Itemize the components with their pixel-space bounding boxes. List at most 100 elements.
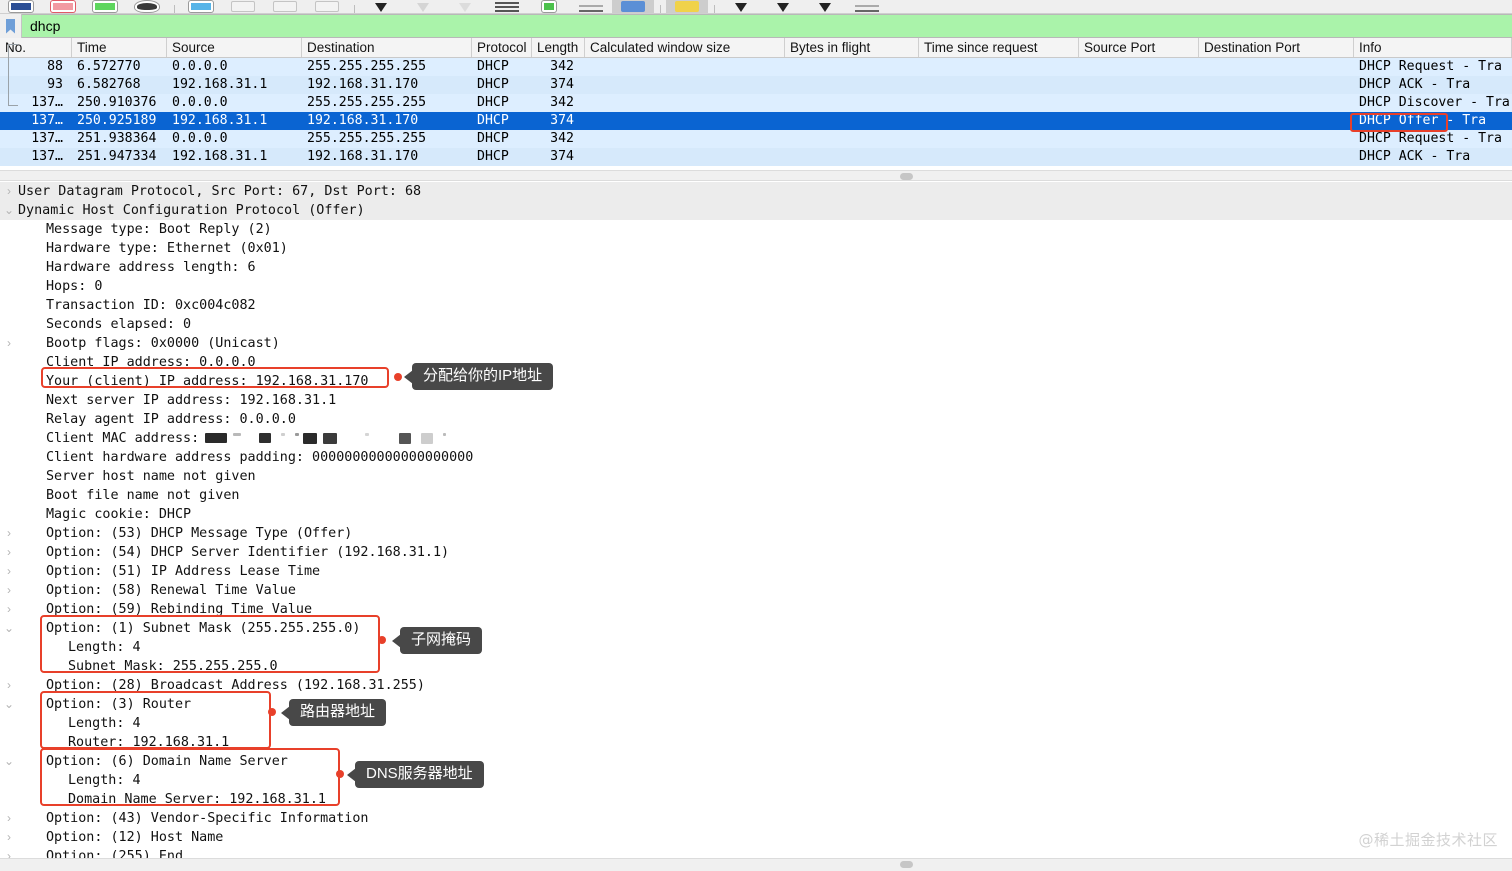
- capture-filter-icon[interactable]: [720, 0, 762, 13]
- packet-row[interactable]: 137… 250.925189 192.168.31.1 192.168.31.170…: [0, 112, 1512, 130]
- detail-tree-row[interactable]: › Option: (28) Broadcast Address (192.168…: [0, 676, 1512, 695]
- save-capture-icon[interactable]: [84, 0, 126, 13]
- preferences-icon[interactable]: [804, 0, 846, 13]
- column-header-length[interactable]: Length: [532, 38, 585, 57]
- chevron-right-icon[interactable]: ›: [0, 581, 18, 600]
- main-toolbar[interactable]: [0, 0, 1512, 14]
- detail-tree-row[interactable]: Router: 192.168.31.1: [0, 733, 1512, 752]
- column-header-no[interactable]: No.: [0, 38, 72, 57]
- chevron-right-icon[interactable]: ›: [0, 543, 18, 562]
- column-header-bytes-in-flight[interactable]: Bytes in flight: [785, 38, 919, 57]
- chevron-down-icon[interactable]: ⌄: [0, 695, 18, 714]
- detail-tree-row[interactable]: Length: 4: [0, 638, 1512, 657]
- detail-tree-row[interactable]: Length: 4: [0, 714, 1512, 733]
- detail-tree-row[interactable]: › Option: (51) IP Address Lease Time: [0, 562, 1512, 581]
- zoom-out-icon[interactable]: [570, 0, 612, 13]
- go-last-packet-icon[interactable]: [402, 0, 444, 13]
- packet-list-hscrollbar[interactable]: [0, 170, 1512, 181]
- detail-tree-row[interactable]: Hardware type: Ethernet (0x01): [0, 239, 1512, 258]
- layout-icon[interactable]: [846, 0, 888, 13]
- column-header-protocol[interactable]: Protocol: [472, 38, 532, 57]
- display-filter-input[interactable]: [22, 14, 1512, 38]
- packet-list-rows[interactable]: 88 6.572770 0.0.0.0 255.255.255.255 DHCP 342 D…: [0, 58, 1512, 166]
- go-to-packet-icon[interactable]: [306, 0, 348, 13]
- resize-columns-icon[interactable]: [612, 0, 654, 13]
- column-header-destination-port[interactable]: Destination Port: [1199, 38, 1354, 57]
- detail-tree-row[interactable]: Domain Name Server: 192.168.31.1: [0, 790, 1512, 809]
- chevron-down-icon[interactable]: ⌄: [0, 619, 18, 638]
- detail-tree-row[interactable]: Server host name not given: [0, 467, 1512, 486]
- detail-tree-row[interactable]: ⌄ Dynamic Host Configuration Protocol (Of…: [0, 201, 1512, 220]
- go-forward-icon[interactable]: [264, 0, 306, 13]
- packet-list-hscrollbar-thumb[interactable]: [900, 173, 913, 180]
- detail-tree-row[interactable]: › Option: (54) DHCP Server Identifier (19…: [0, 543, 1512, 562]
- open-capture-icon[interactable]: [0, 0, 42, 13]
- detail-tree-row[interactable]: Magic cookie: DHCP: [0, 505, 1512, 524]
- chevron-down-icon[interactable]: ⌄: [0, 752, 18, 771]
- detail-tree-row[interactable]: › Option: (59) Rebinding Time Value: [0, 600, 1512, 619]
- go-first-packet-icon[interactable]: [360, 0, 402, 13]
- detail-tree-row[interactable]: ⌄ Option: (6) Domain Name Server: [0, 752, 1512, 771]
- packet-list-header[interactable]: No. Time Source Destination Protocol Length Ca…: [0, 38, 1512, 58]
- column-header-source[interactable]: Source: [167, 38, 302, 57]
- detail-tree-row[interactable]: › Option: (53) DHCP Message Type (Offer): [0, 524, 1512, 543]
- detail-tree-row[interactable]: Hardware address length: 6: [0, 258, 1512, 277]
- packet-row[interactable]: 88 6.572770 0.0.0.0 255.255.255.255 DHCP 342 D…: [0, 58, 1512, 76]
- packet-detail-hscrollbar[interactable]: [0, 858, 1512, 871]
- packet-row[interactable]: 93 6.582768 192.168.31.1 192.168.31.170 DHCP…: [0, 76, 1512, 94]
- coloring-rules-icon[interactable]: [666, 0, 708, 13]
- detail-tree-row[interactable]: ⌄ Option: (1) Subnet Mask (255.255.255.0): [0, 619, 1512, 638]
- detail-tree-row[interactable]: Seconds elapsed: 0: [0, 315, 1512, 334]
- display-filter-icon[interactable]: [762, 0, 804, 13]
- detail-tree-row[interactable]: › Bootp flags: 0x0000 (Unicast): [0, 334, 1512, 353]
- detail-tree-row[interactable]: Next server IP address: 192.168.31.1: [0, 391, 1512, 410]
- detail-tree-row[interactable]: ⌄ Option: (3) Router: [0, 695, 1512, 714]
- chevron-right-icon[interactable]: ›: [0, 562, 18, 581]
- chevron-right-icon[interactable]: ›: [0, 600, 18, 619]
- chevron-right-icon[interactable]: ›: [0, 828, 18, 847]
- chevron-right-icon[interactable]: ›: [0, 524, 18, 543]
- column-header-time-since-request[interactable]: Time since request: [919, 38, 1079, 57]
- packet-row[interactable]: 137… 250.910376 0.0.0.0 255.255.255.255 DHCP…: [0, 94, 1512, 112]
- reload-capture-icon[interactable]: [126, 0, 168, 13]
- packet-detail-tree[interactable]: › User Datagram Protocol, Src Port: 67, D…: [0, 182, 1512, 858]
- detail-tree-row[interactable]: Length: 4: [0, 771, 1512, 790]
- detail-tree-row[interactable]: › Option: (43) Vendor-Specific Informatio…: [0, 809, 1512, 828]
- detail-tree-row[interactable]: › Option: (255) End: [0, 847, 1512, 858]
- packet-row[interactable]: 137… 251.938364 0.0.0.0 255.255.255.255 DHCP…: [0, 130, 1512, 148]
- column-header-source-port[interactable]: Source Port: [1079, 38, 1199, 57]
- detail-tree-row[interactable]: Subnet Mask: 255.255.255.0: [0, 657, 1512, 676]
- chevron-right-icon[interactable]: ›: [0, 809, 18, 828]
- detail-tree-row[interactable]: Hops: 0: [0, 277, 1512, 296]
- packet-detail-hscrollbar-thumb[interactable]: [900, 861, 913, 868]
- close-capture-icon[interactable]: [42, 0, 84, 13]
- detail-tree-row[interactable]: Client hardware address padding: 0000000…: [0, 448, 1512, 467]
- detail-tree-row[interactable]: › User Datagram Protocol, Src Port: 67, D…: [0, 182, 1512, 201]
- colorize-packets-icon[interactable]: [486, 0, 528, 13]
- chevron-right-icon[interactable]: ›: [0, 334, 18, 353]
- column-header-time[interactable]: Time: [72, 38, 167, 57]
- detail-tree-row[interactable]: › Option: (12) Host Name: [0, 828, 1512, 847]
- detail-tree-row[interactable]: Message type: Boot Reply (2): [0, 220, 1512, 239]
- packet-row[interactable]: 137… 251.947334 192.168.31.1 192.168.31.170…: [0, 148, 1512, 166]
- go-back-icon[interactable]: [222, 0, 264, 13]
- detail-tree-row[interactable]: Boot file name not given: [0, 486, 1512, 505]
- detail-tree-row[interactable]: Your (client) IP address: 192.168.31.170: [0, 372, 1512, 391]
- chevron-right-icon[interactable]: ›: [0, 676, 18, 695]
- detail-tree-row[interactable]: Relay agent IP address: 0.0.0.0: [0, 410, 1512, 429]
- detail-tree-row[interactable]: Client IP address: 0.0.0.0: [0, 353, 1512, 372]
- chevron-right-icon[interactable]: ›: [0, 847, 18, 858]
- find-packet-icon[interactable]: [180, 0, 222, 13]
- column-header-info[interactable]: Info: [1354, 38, 1512, 57]
- chevron-right-icon[interactable]: ›: [0, 182, 18, 201]
- auto-scroll-icon[interactable]: [444, 0, 486, 13]
- packet-list[interactable]: No. Time Source Destination Protocol Length Ca…: [0, 38, 1512, 168]
- bookmark-icon[interactable]: [0, 14, 22, 38]
- detail-tree-row[interactable]: › Option: (58) Renewal Time Value: [0, 581, 1512, 600]
- detail-tree-row[interactable]: Transaction ID: 0xc004c082: [0, 296, 1512, 315]
- column-header-destination[interactable]: Destination: [302, 38, 472, 57]
- detail-tree-row[interactable]: Client MAC address:: [0, 429, 1512, 448]
- chevron-down-icon[interactable]: ⌄: [0, 201, 18, 220]
- column-header-calculated-window-size[interactable]: Calculated window size: [585, 38, 785, 57]
- display-filter-bar[interactable]: [0, 14, 1512, 38]
